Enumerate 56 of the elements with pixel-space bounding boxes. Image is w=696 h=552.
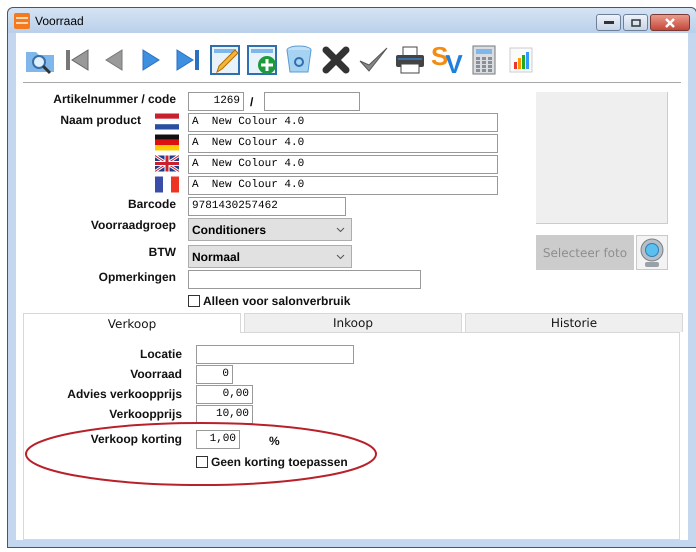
checkbox[interactable]: [188, 294, 200, 306]
remarks-field[interactable]: [188, 270, 421, 289]
checkbox-label: Geen korting toepassen: [211, 455, 348, 469]
field-label: BTW: [148, 245, 176, 259]
minimize-icon: [604, 20, 614, 24]
tab[interactable]: Verkoop: [23, 313, 241, 333]
flag-icon[interactable]: [155, 155, 179, 172]
stock-group-dropdown[interactable]: Conditioners: [188, 218, 352, 241]
unit-label: %: [269, 434, 280, 448]
sales-field[interactable]: 0: [196, 365, 233, 384]
sales-field[interactable]: 0,00: [196, 385, 253, 404]
add-form-icon[interactable]: [246, 44, 278, 76]
sales-field[interactable]: 10,00: [196, 405, 253, 424]
product-name-field[interactable]: A New Colour 4.0: [188, 176, 498, 195]
field-label: Voorraadgroep: [90, 218, 176, 232]
minimize-button[interactable]: [596, 14, 621, 31]
product-name-field[interactable]: A New Colour 4.0: [188, 134, 498, 153]
tab[interactable]: Historie: [465, 313, 683, 332]
field-label: Barcode: [128, 197, 176, 211]
flag-icon[interactable]: [155, 134, 179, 151]
product-name-field[interactable]: A New Colour 4.0: [188, 113, 498, 132]
printer-icon[interactable]: [394, 44, 426, 76]
delete-x-icon[interactable]: [320, 44, 352, 76]
code-field[interactable]: [264, 92, 360, 111]
barcode-field[interactable]: 9781430257462: [188, 197, 346, 216]
article-number-field[interactable]: 1269: [188, 92, 244, 111]
flag-icon[interactable]: [155, 176, 179, 193]
tab[interactable]: Inkoop: [244, 313, 462, 332]
field-label: Opmerkingen: [98, 270, 176, 284]
field-label: Advies verkoopprijs: [67, 387, 182, 401]
window-title: Voorraad: [35, 14, 84, 28]
checkbox[interactable]: [196, 456, 208, 468]
flag-icon[interactable]: [155, 113, 179, 130]
separator-text: /: [250, 94, 254, 108]
maximize-button[interactable]: [623, 14, 648, 31]
field-label: Voorraad: [130, 367, 182, 381]
field-label: Artikelnummer / code: [53, 92, 176, 106]
webcam-icon: [640, 238, 664, 268]
checkbox-label: Alleen voor salonverbruik: [203, 294, 350, 308]
sales-field[interactable]: [196, 345, 354, 364]
maximize-icon: [630, 18, 640, 26]
chevron-down-icon: [336, 226, 345, 232]
field-label: Verkoopprijs: [109, 407, 182, 421]
webcam-button[interactable]: [636, 235, 668, 270]
field-label: Naam product: [60, 113, 141, 127]
product-name-field[interactable]: A New Colour 4.0: [188, 155, 498, 174]
sales-field[interactable]: 1,00: [196, 430, 240, 449]
field-label: Verkoop korting: [90, 432, 182, 446]
sv-logo[interactable]: SV: [431, 44, 463, 76]
edit-form-icon[interactable]: [209, 44, 241, 76]
field-label: Locatie: [140, 347, 182, 361]
vat-dropdown[interactable]: Normaal: [188, 245, 352, 268]
chevron-down-icon: [336, 254, 345, 260]
app-icon: [14, 12, 30, 28]
close-button[interactable]: [650, 14, 690, 31]
close-icon: [664, 18, 676, 28]
